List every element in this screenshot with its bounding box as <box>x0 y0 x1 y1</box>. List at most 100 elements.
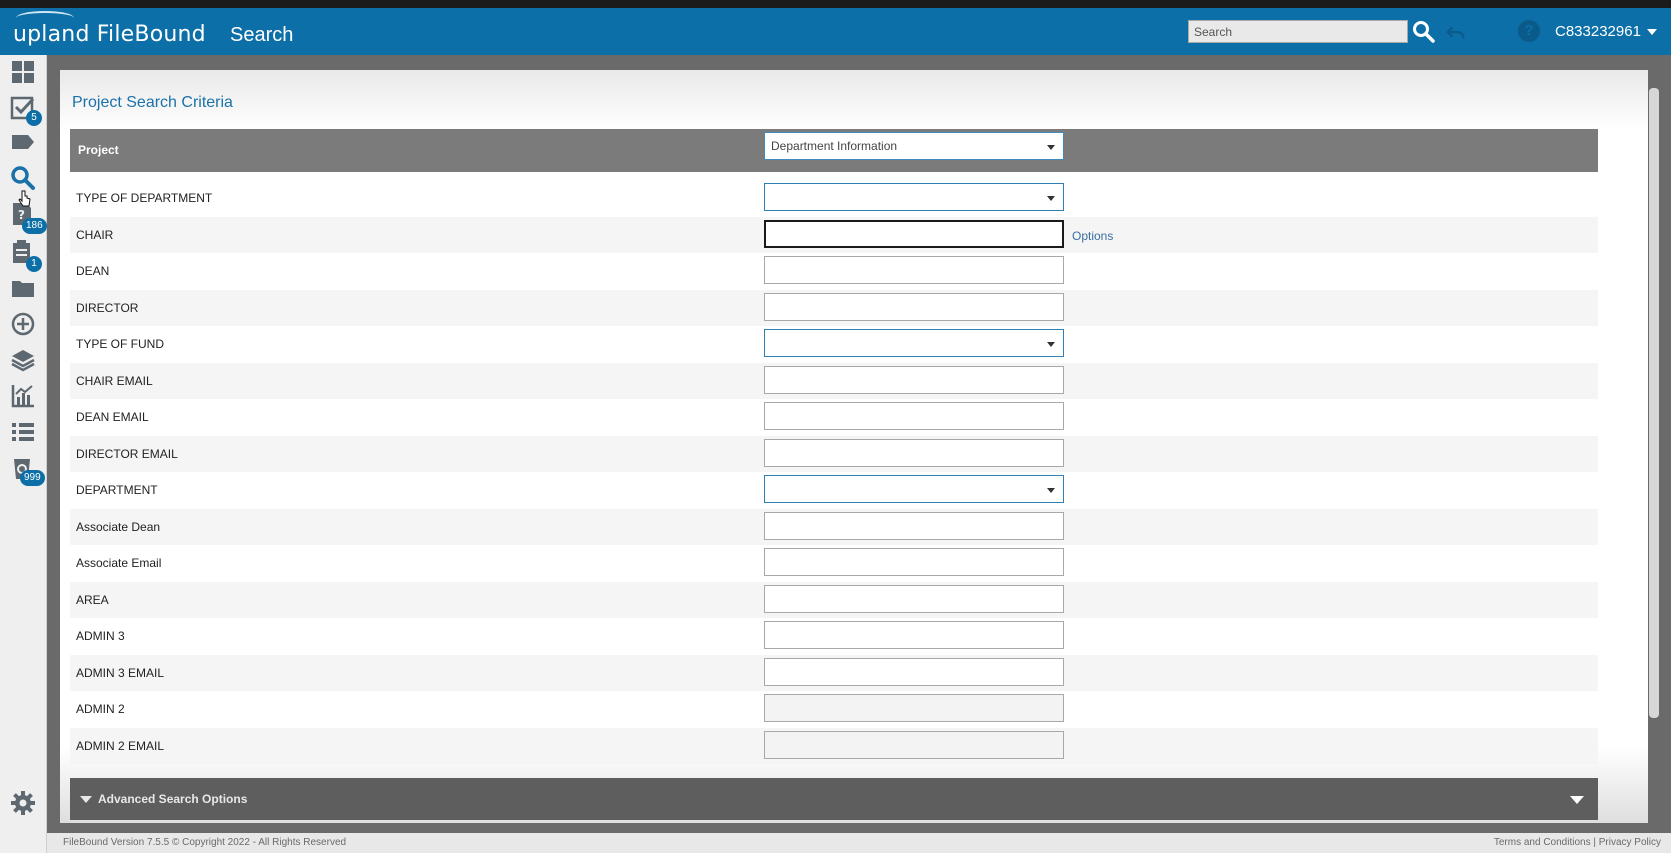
field-input[interactable] <box>764 730 1064 759</box>
sidebar-item-clipboard[interactable]: 1 <box>10 239 42 272</box>
field-label: CHAIR <box>76 227 114 242</box>
reports-icon <box>11 385 34 408</box>
field-label: ADMIN 2 EMAIL <box>76 738 165 753</box>
caret-down-icon <box>1047 488 1055 493</box>
field-label: Associate Dean <box>76 519 161 534</box>
footer-links: Terms and Conditions | Privacy Policy <box>1494 837 1661 848</box>
search-icon <box>11 166 35 190</box>
layers-icon <box>11 350 35 372</box>
unassigned-badge: 186 <box>22 218 47 234</box>
field-row: ADMIN 2 EMAIL <box>70 727 1598 764</box>
field-label: DEAN EMAIL <box>76 410 149 424</box>
privacy-link[interactable]: Privacy Policy <box>1599 837 1661 848</box>
caret-down-icon <box>1047 342 1055 347</box>
field-label: TYPE OF FUND <box>76 337 165 351</box>
field-label: ADMIN 2 <box>76 702 125 716</box>
caret-down-icon <box>1047 196 1055 201</box>
field-label: TYPE OF DEPARTMENT <box>76 191 213 205</box>
window-top-strip <box>0 0 1671 8</box>
sidebar-item-layers[interactable] <box>10 347 36 373</box>
triangle-down-icon <box>80 796 92 804</box>
help-icon[interactable]: ? <box>1518 20 1540 42</box>
field-label: ADMIN 3 EMAIL <box>76 665 165 680</box>
field-label: CHAIR EMAIL <box>76 373 153 388</box>
sidebar-item-settings[interactable] <box>10 790 36 816</box>
undo-icon[interactable] <box>1445 22 1467 44</box>
dashboard-icon <box>12 61 34 83</box>
field-input[interactable] <box>764 694 1064 722</box>
terms-link[interactable]: Terms and Conditions <box>1494 837 1591 848</box>
field-input[interactable] <box>764 365 1064 394</box>
chevron-down-icon[interactable] <box>1570 796 1584 804</box>
user-menu[interactable]: C833232961 <box>1555 23 1657 40</box>
search-icon[interactable] <box>1412 20 1436 44</box>
field-select[interactable] <box>764 329 1064 357</box>
field-row: Associate Email <box>70 545 1598 582</box>
field-row: AREA <box>70 581 1598 618</box>
field-select[interactable] <box>764 183 1064 211</box>
field-row: ADMIN 2 <box>70 691 1598 728</box>
field-row: TYPE OF FUND <box>70 326 1598 363</box>
field-input[interactable] <box>764 292 1064 321</box>
field-input[interactable] <box>764 548 1064 576</box>
sidebar-item-tasks[interactable]: 5 <box>10 95 42 126</box>
project-label: Project <box>78 143 119 157</box>
field-label: DIRECTOR EMAIL <box>76 446 178 461</box>
sidebar-item-dashboard[interactable] <box>10 59 36 85</box>
field-select[interactable] <box>764 475 1064 503</box>
field-input[interactable] <box>764 621 1064 649</box>
field-row: DEAN <box>70 253 1598 290</box>
search-input[interactable] <box>1188 20 1408 43</box>
search-fields: TYPE OF DEPARTMENT CHAIR Options DEAN DIRECT… <box>70 180 1598 764</box>
field-input[interactable] <box>764 657 1064 686</box>
field-row: CHAIR Options <box>70 216 1598 253</box>
project-select-value: Department Information <box>771 139 898 153</box>
field-label: DIRECTOR <box>76 300 139 315</box>
field-input[interactable] <box>764 584 1064 613</box>
mouse-pointer-icon <box>18 190 31 207</box>
field-row: CHAIR EMAIL <box>70 362 1598 399</box>
caret-down-icon <box>1047 145 1055 150</box>
sidebar-item-recycle[interactable]: 999 <box>10 455 45 486</box>
advanced-search-bar[interactable]: Advanced Search Options <box>70 778 1598 820</box>
field-row: DEAN EMAIL <box>70 399 1598 436</box>
field-row: DIRECTOR <box>70 289 1598 326</box>
advanced-search-label: Advanced Search Options <box>80 792 247 806</box>
field-row: Associate Dean <box>70 508 1598 545</box>
field-input[interactable] <box>764 219 1064 248</box>
sidebar-item-list[interactable] <box>10 419 36 445</box>
field-input[interactable] <box>764 511 1064 540</box>
sidebar-item-tags[interactable] <box>10 129 36 155</box>
chevron-down-icon <box>1646 29 1657 36</box>
field-row: ADMIN 3 <box>70 618 1598 655</box>
field-row: DIRECTOR EMAIL <box>70 435 1598 472</box>
sidebar-item-files[interactable] <box>10 275 36 301</box>
field-label: AREA <box>76 592 109 607</box>
sidebar-item-add[interactable] <box>10 311 36 337</box>
field-row: ADMIN 3 EMAIL <box>70 654 1598 691</box>
settings-icon <box>11 791 35 815</box>
footer: FileBound Version 7.5.5 © Copyright 2022… <box>47 833 1671 853</box>
field-input[interactable] <box>764 256 1064 284</box>
folder-icon <box>12 281 34 297</box>
recycle-badge: 999 <box>20 470 45 486</box>
user-name: C833232961 <box>1555 23 1641 40</box>
scrollbar[interactable] <box>1649 88 1659 718</box>
field-input[interactable] <box>764 438 1064 467</box>
field-label: Associate Email <box>76 556 162 570</box>
field-input[interactable] <box>764 402 1064 430</box>
project-bar: Project Department Information <box>70 129 1598 172</box>
project-select[interactable]: Department Information <box>764 132 1064 160</box>
app-header: upland FileBound Search ? C833232961 <box>0 8 1671 55</box>
list-icon <box>12 423 34 441</box>
field-row: DEPARTMENT <box>70 472 1598 509</box>
field-row: TYPE OF DEPARTMENT <box>70 180 1598 217</box>
add-icon <box>11 312 35 336</box>
sidebar-item-search[interactable] <box>10 165 36 191</box>
app-logo[interactable]: upland FileBound <box>13 22 206 47</box>
field-label: ADMIN 3 <box>76 629 125 643</box>
tag-icon <box>12 135 34 149</box>
sidebar-item-reports[interactable] <box>10 383 36 409</box>
options-link[interactable]: Options <box>1072 229 1113 243</box>
footer-separator: | <box>1593 837 1596 848</box>
